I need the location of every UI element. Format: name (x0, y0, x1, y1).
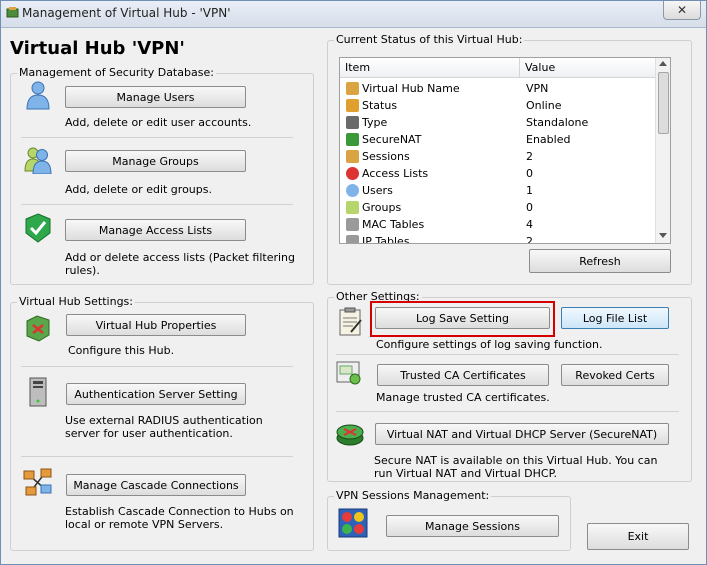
table-row[interactable]: Groups 0 (340, 199, 655, 216)
ca-desc: Manage trusted CA certificates. (376, 391, 550, 404)
cell-value: 0 (526, 201, 533, 214)
group-label: Virtual Hub Settings: (17, 295, 135, 308)
mac-tables-icon (346, 218, 359, 231)
type-icon (346, 116, 359, 129)
group-label: VPN Sessions Management: (334, 489, 492, 502)
table-row[interactable]: IP Tables 2 (340, 233, 655, 244)
window-title: Management of Virtual Hub - 'VPN' (22, 6, 231, 20)
user-icon (26, 81, 50, 110)
cell-value: VPN (526, 82, 549, 95)
certificate-icon (336, 361, 361, 385)
cell-item: MAC Tables (362, 218, 425, 231)
manage-access-lists-desc: Add or delete access lists (Packet filte… (65, 251, 296, 277)
securenat-button[interactable]: Virtual NAT and Virtual DHCP Server (Sec… (375, 423, 669, 445)
cell-value: Standalone (526, 116, 589, 129)
cell-value: 2 (526, 235, 533, 244)
cascade-icon (23, 468, 52, 496)
title-bar: Management of Virtual Hub - 'VPN' ✕ (1, 1, 706, 28)
cell-value: 2 (526, 150, 533, 163)
group-label: Current Status of this Virtual Hub: (334, 33, 525, 46)
group-icon (24, 147, 52, 174)
group-label: Management of Security Database: (17, 66, 216, 79)
close-button[interactable]: ✕ (663, 1, 701, 20)
cell-value: Enabled (526, 133, 571, 146)
cell-value: 1 (526, 184, 533, 197)
log-clipboard-icon (339, 307, 362, 336)
hub-properties-icon (26, 315, 50, 342)
scroll-down-arrow[interactable] (659, 233, 667, 238)
separator (336, 354, 679, 355)
sessions-icon (338, 508, 368, 538)
separator (21, 137, 293, 138)
status-table[interactable]: Item Value Virtual Hub Name VPN Status Onli… (339, 57, 671, 244)
log-desc: Configure settings of log saving functio… (376, 338, 603, 351)
cell-item: IP Tables (362, 235, 410, 244)
manage-users-desc: Add, delete or edit user accounts. (65, 116, 252, 129)
securenat-desc: Secure NAT is available on this Virtual … (374, 454, 658, 480)
vertical-scrollbar[interactable] (655, 58, 670, 243)
table-row[interactable]: Access Lists 0 (340, 165, 655, 182)
trusted-ca-button[interactable]: Trusted CA Certificates (377, 364, 549, 386)
table-row[interactable]: Status Online (340, 97, 655, 114)
cell-value: 4 (526, 218, 533, 231)
cell-item: Type (362, 116, 388, 129)
cell-item: Sessions (362, 150, 410, 163)
status-icon (346, 99, 359, 112)
close-icon: ✕ (676, 3, 688, 17)
table-row[interactable]: MAC Tables 4 (340, 216, 655, 233)
manage-groups-desc: Add, delete or edit groups. (65, 183, 212, 196)
manage-users-button[interactable]: Manage Users (65, 86, 246, 108)
column-header-value[interactable]: Value (520, 58, 655, 78)
separator (21, 366, 293, 367)
cell-item: Users (362, 184, 393, 197)
table-row[interactable]: Type Standalone (340, 114, 655, 131)
server-tower-icon (29, 377, 47, 407)
hub-title: Virtual Hub 'VPN' (10, 38, 185, 59)
cell-item: Status (362, 99, 398, 112)
cell-value: Online (526, 99, 562, 112)
highlight-box (370, 301, 555, 337)
exit-button[interactable]: Exit (587, 523, 689, 550)
scroll-thumb[interactable] (658, 72, 669, 134)
cell-value: 0 (526, 167, 533, 180)
window: Management of Virtual Hub - 'VPN' ✕ Virt… (0, 0, 707, 565)
access-lists-icon (346, 167, 359, 180)
manage-sessions-button[interactable]: Manage Sessions (386, 515, 559, 537)
app-icon (6, 7, 19, 18)
cell-item: Access Lists (362, 167, 429, 180)
securenat-router-icon (336, 424, 364, 446)
groups-icon (346, 201, 359, 214)
separator (336, 411, 679, 412)
hub-properties-desc: Configure this Hub. (68, 344, 175, 357)
table-row[interactable]: Users 1 (340, 182, 655, 199)
column-header-item[interactable]: Item (340, 58, 520, 78)
sessions-icon (346, 150, 359, 163)
auth-server-desc: Use external RADIUS authentication serve… (65, 414, 263, 440)
log-file-list-button[interactable]: Log File List (561, 307, 669, 329)
cascade-desc: Establish Cascade Connection to Hubs on … (65, 505, 294, 531)
users-icon (346, 184, 359, 197)
table-row[interactable]: Sessions 2 (340, 148, 655, 165)
cascade-button[interactable]: Manage Cascade Connections (66, 474, 246, 496)
separator (21, 456, 293, 457)
revoked-certs-button[interactable]: Revoked Certs (561, 364, 669, 386)
cell-item: Groups (362, 201, 402, 214)
securenat-icon (346, 133, 359, 146)
cell-item: SecureNAT (362, 133, 422, 146)
hub-icon (346, 82, 359, 95)
hub-properties-button[interactable]: Virtual Hub Properties (66, 314, 246, 336)
auth-server-button[interactable]: Authentication Server Setting (66, 383, 246, 405)
cell-item: Virtual Hub Name (362, 82, 460, 95)
access-list-check-icon (25, 213, 51, 243)
manage-groups-button[interactable]: Manage Groups (65, 150, 246, 172)
table-row[interactable]: Virtual Hub Name VPN (340, 80, 655, 97)
ip-tables-icon (346, 235, 359, 243)
scroll-up-arrow[interactable] (659, 61, 667, 66)
separator (21, 204, 293, 205)
manage-access-lists-button[interactable]: Manage Access Lists (65, 219, 246, 241)
table-row[interactable]: SecureNAT Enabled (340, 131, 655, 148)
refresh-button[interactable]: Refresh (529, 249, 671, 273)
